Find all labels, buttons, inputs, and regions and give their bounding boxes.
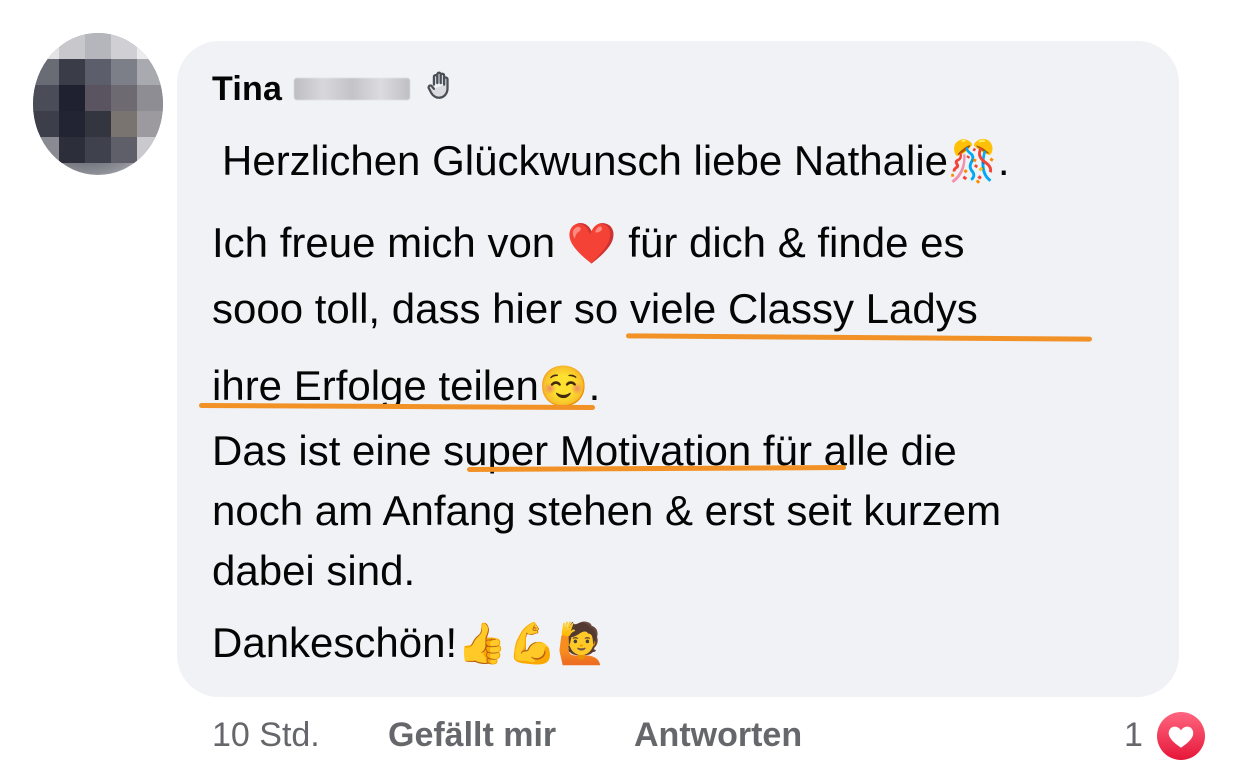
text-segment: für dich & finde es: [616, 219, 965, 266]
text-segment: Dankeschön!: [212, 619, 458, 666]
text-segment: sooo toll, dass hier: [212, 285, 574, 332]
comment-line: noch am Anfang stehen & erst seit kurzem: [212, 487, 1002, 534]
text-segment: Ich freue mich von: [212, 219, 567, 266]
comment-line: dabei sind.: [212, 547, 416, 594]
highlighted-text: ihre Erfolge teilen: [212, 362, 539, 409]
reply-button[interactable]: Antworten: [634, 716, 802, 755]
greeting-end: .: [997, 137, 1010, 184]
heart-icon[interactable]: [1157, 712, 1205, 760]
comment-line: ihre Erfolge teilen☺️.: [212, 362, 601, 410]
thumbs-up-muscle-raised-hand-emoji: 👍💪🙋: [457, 621, 607, 667]
reaction-count[interactable]: 1: [1124, 716, 1143, 755]
text-segment: Das ist eine: [212, 427, 444, 474]
author-name[interactable]: Tina: [212, 70, 282, 109]
text-segment: .: [588, 362, 601, 409]
comment-line: Dankeschön!👍💪🙋: [212, 619, 607, 667]
highlighted-text: so viele Classy Ladys: [573, 285, 978, 332]
like-button[interactable]: Gefällt mir: [388, 716, 556, 755]
redacted-surname: [294, 78, 411, 100]
comment-view: Tina Herzlichen Glückwunsch liebe Nathal…: [0, 0, 1242, 771]
comment-timestamp[interactable]: 10 Std.: [212, 716, 320, 755]
confetti-emoji: 🎊: [948, 139, 998, 185]
smiling-face-emoji: ☺️: [538, 364, 589, 410]
comment-header: Tina: [212, 66, 458, 112]
red-heart-emoji: ❤️: [566, 221, 617, 267]
comment-line-greeting: Herzlichen Glückwunsch liebe Nathalie🎊.: [222, 137, 1010, 185]
greeting-text: Herzlichen Glückwunsch liebe Nathalie: [222, 137, 949, 184]
avatar[interactable]: [33, 33, 163, 175]
comment-line: Ich freue mich von ❤️ für dich & finde e…: [212, 219, 965, 267]
waving-hand-icon: [424, 69, 458, 109]
comment-line: sooo toll, dass hier so viele Classy Lad…: [212, 288, 978, 330]
